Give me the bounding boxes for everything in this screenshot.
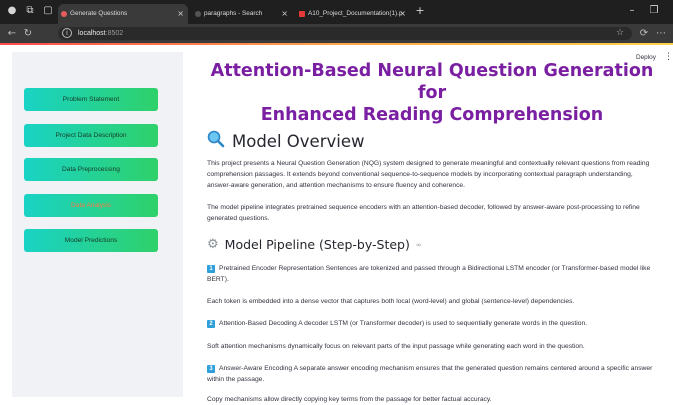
- extensions-icon[interactable]: ⟳: [638, 27, 650, 40]
- gear-icon: ⚙: [207, 237, 219, 252]
- overview-paragraph-1: This project presents a Neural Question …: [207, 160, 650, 189]
- url-text[interactable]: localhost:8502: [78, 27, 123, 40]
- streamlit-favicon-icon: [61, 11, 67, 17]
- main-menu-icon[interactable]: ⋮: [664, 52, 673, 62]
- close-tab-icon[interactable]: ×: [177, 4, 184, 24]
- pipeline-step-1: 1 Pretrained Encoder Representation Sente…: [207, 265, 651, 283]
- site-info-icon[interactable]: i: [62, 28, 72, 38]
- reload-icon[interactable]: ↻: [22, 27, 34, 40]
- sidebar-item-problem-statement[interactable]: Problem Statement: [24, 88, 158, 111]
- tab-groups-icon[interactable]: ⧉: [24, 5, 36, 17]
- step-number-badge: 3: [207, 365, 215, 373]
- pipeline-heading: ⚙ Model Pipeline (Step-by-Step) ∞: [207, 237, 422, 252]
- streamlit-app: Problem Statement Project Data Descripti…: [0, 45, 673, 405]
- pipeline-step-2: 2 Attention-Based Decoding A decoder LSTM…: [207, 318, 655, 329]
- tab-label: paragraphs - Search: [204, 10, 263, 17]
- tab-label: Generate Questions: [70, 10, 128, 17]
- page-title-line-1: Attention-Based Neural Question Generati…: [210, 61, 654, 103]
- main-content: Attention-Based Neural Question Generati…: [207, 60, 657, 403]
- browser-toolbar: ← ↻ i localhost:8502 ☆ ⟳ ⋯: [0, 24, 673, 43]
- sidebar-item-data-preprocessing[interactable]: Data Preprocessing: [24, 158, 158, 181]
- back-arrow-icon[interactable]: ←: [6, 27, 18, 40]
- step-number-badge: 2: [207, 320, 215, 328]
- close-tab-icon[interactable]: ×: [281, 4, 288, 24]
- magnifier-icon: [207, 130, 225, 152]
- minimize-button[interactable]: –: [626, 5, 638, 17]
- new-tab-button[interactable]: +: [414, 5, 426, 17]
- bookmark-star-icon[interactable]: ☆: [616, 27, 624, 40]
- tab-actions-icon[interactable]: ▢: [42, 5, 54, 17]
- pipeline-step-1-detail: Each token is embedded into a dense vect…: [207, 298, 575, 305]
- tab-project-documentation[interactable]: A10_Project_Documentation(1).p ×: [296, 4, 410, 24]
- search-favicon-icon: [195, 11, 201, 17]
- pdf-favicon-icon: [299, 11, 305, 17]
- sidebar: Problem Statement Project Data Descripti…: [12, 52, 183, 397]
- pipeline-step-3: 3 Answer-Aware Encoding A separate answer…: [207, 365, 653, 383]
- sidebar-item-data-analysis[interactable]: Data Analysis: [24, 194, 158, 217]
- sidebar-item-model-predictions[interactable]: Model Predictions: [24, 229, 158, 252]
- profile-icon[interactable]: ●: [6, 5, 18, 17]
- pipeline-step-3-detail: Copy mechanisms allow directly copying k…: [207, 396, 492, 403]
- tab-label: A10_Project_Documentation(1).p: [308, 10, 403, 17]
- pipeline-step-2-detail: Soft attention mechanisms dynamically fo…: [207, 343, 585, 350]
- browser-tab-bar: ● ⧉ ▢ Generate Questions × paragraphs - …: [0, 0, 673, 24]
- close-tab-icon[interactable]: ×: [399, 4, 406, 24]
- overview-heading: Model Overview: [207, 130, 364, 152]
- page-title-line-2: Enhanced Reading Comprehension: [260, 105, 604, 125]
- anchor-link-icon[interactable]: ∞: [416, 241, 422, 249]
- address-bar[interactable]: i localhost:8502 ☆: [58, 27, 632, 40]
- overview-paragraph-2: The model pipeline integrates pretrained…: [207, 204, 640, 222]
- step-number-badge: 1: [207, 265, 215, 273]
- page-title: Attention-Based Neural Question Generati…: [207, 60, 657, 126]
- tab-paragraphs-search[interactable]: paragraphs - Search ×: [192, 4, 292, 24]
- restore-button[interactable]: ❐: [648, 5, 660, 17]
- more-menu-icon[interactable]: ⋯: [655, 27, 667, 40]
- sidebar-item-project-data-description[interactable]: Project Data Description: [24, 124, 158, 147]
- tab-generate-questions[interactable]: Generate Questions ×: [58, 4, 188, 24]
